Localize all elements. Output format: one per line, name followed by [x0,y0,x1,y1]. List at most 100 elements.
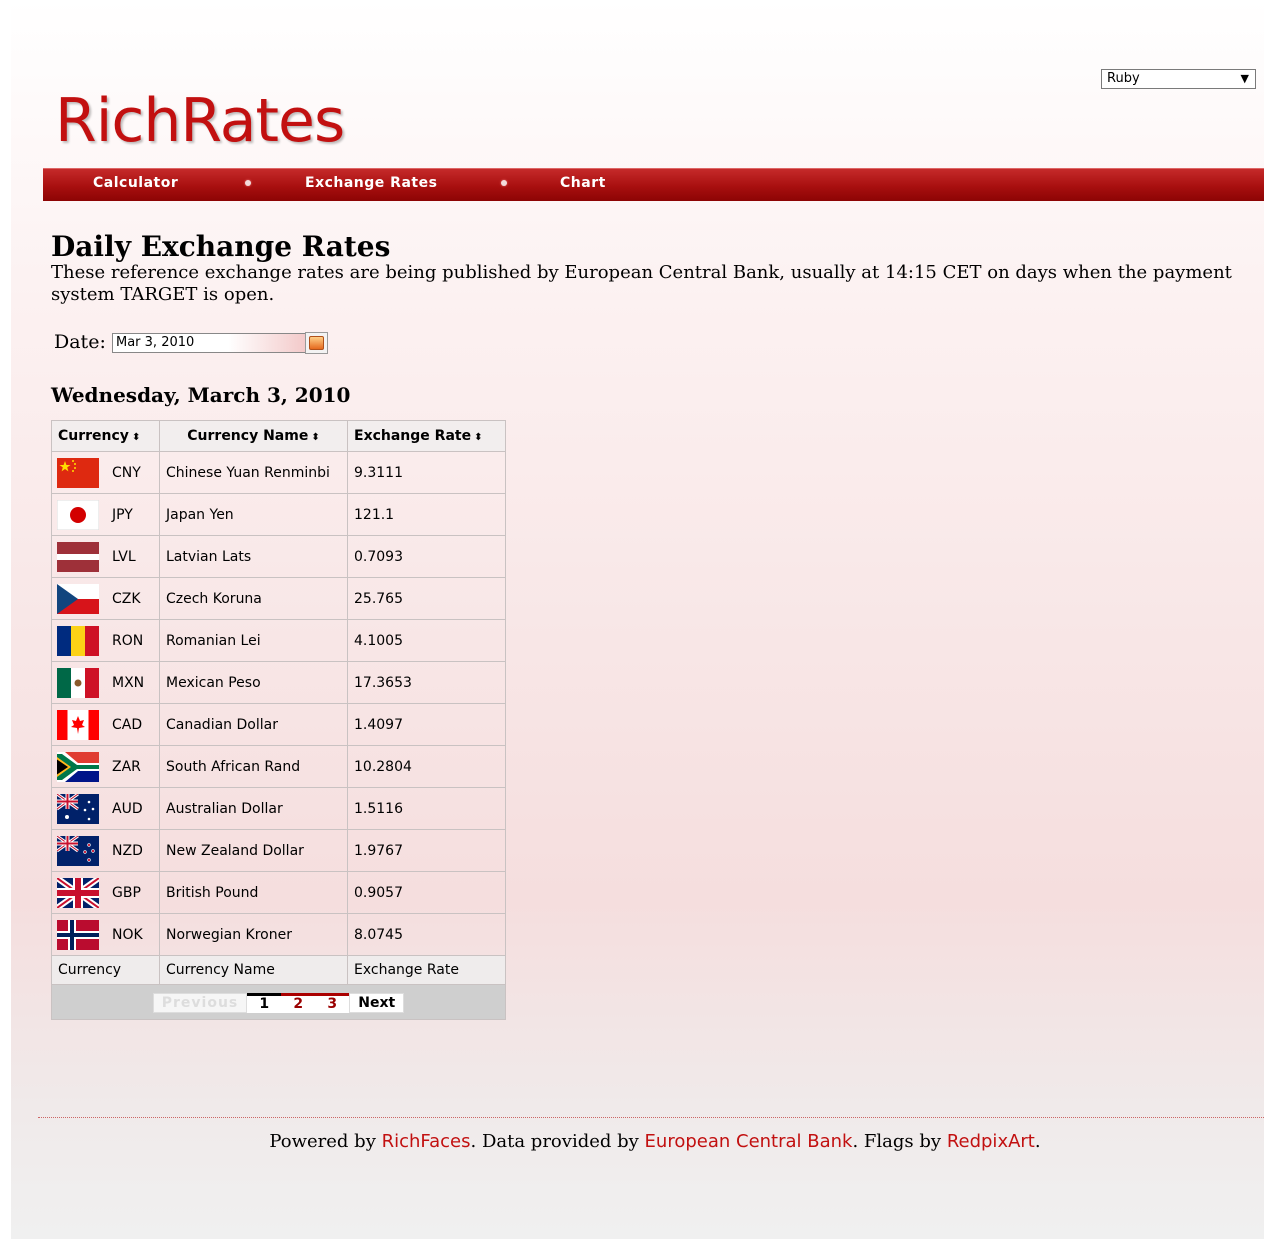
new-zealand-flag-icon [57,835,99,866]
exchange-rate-cell: 9.3111 [347,451,506,494]
currency-name-cell: Mexican Peso [159,661,348,704]
date-input[interactable]: Mar 3, 2010 [112,333,305,353]
column-header-currency[interactable]: Currency ⬍ [51,420,160,452]
currency-name-cell: Czech Koruna [159,577,348,620]
exchange-rate-cell: 0.7093 [347,535,506,578]
currency-cell: CZK [51,577,160,620]
column-header-label: Currency [58,428,129,444]
currency-name-cell: South African Rand [159,745,348,788]
currency-code: CAD [112,716,143,733]
sort-icon: ⬍ [311,432,320,443]
currency-code: GBP [112,884,141,901]
column-header-exchange-rate[interactable]: Exchange Rate ⬍ [347,420,506,452]
page-3-button[interactable]: 3 [315,993,350,1013]
currency-cell: NOK [51,913,160,956]
nav-item-calculator[interactable]: Calculator [93,175,178,191]
uk-flag-icon [57,877,99,908]
romania-flag-icon [57,625,99,656]
norway-flag-icon [57,919,99,950]
footer-currency-name: Currency Name [159,955,348,985]
australia-flag-icon [57,793,99,824]
previous-button[interactable]: Previous [152,993,248,1013]
calendar-icon [309,336,324,350]
table-row: NOK Norwegian Kroner 8.0745 [51,913,506,956]
latvia-flag-icon [57,541,99,572]
footer-data-text: . Data provided by [470,1131,639,1152]
currency-code: CZK [112,590,141,607]
exchange-rate-cell: 1.4097 [347,703,506,746]
currency-code: NZD [112,842,143,859]
footer-flags-text: . Flags by [852,1131,942,1152]
column-header-label: Currency Name [187,428,309,444]
column-header-currency-name[interactable]: Currency Name ⬍ [159,420,348,452]
redpixart-link[interactable]: RedpixArt [947,1131,1035,1152]
currency-cell: MXN [51,661,160,704]
app-logo[interactable]: RichRates [55,86,345,156]
table-footer-row: Currency Currency Name Exchange Rate [51,955,506,985]
currency-cell: JPY [51,493,160,536]
currency-cell: CNY [51,451,160,494]
currency-cell: ZAR [51,745,160,788]
date-label: Date: [54,331,106,353]
currency-cell: AUD [51,787,160,830]
sort-icon: ⬍ [474,432,483,443]
currency-name-cell: Latvian Lats [159,535,348,578]
exchange-rate-cell: 10.2804 [347,745,506,788]
currency-name-cell: Chinese Yuan Renminbi [159,451,348,494]
exchange-rate-cell: 4.1005 [347,619,506,662]
currency-code: MXN [112,674,145,691]
pagination: Previous 1 2 3 Next [152,993,405,1014]
page-1-button[interactable]: 1 [247,993,282,1013]
nav-separator-dot-icon [245,180,251,186]
table-row: RON Romanian Lei 4.1005 [51,619,506,662]
currency-code: ZAR [112,758,141,775]
currency-cell: GBP [51,871,160,914]
footer-divider [38,1117,1264,1118]
pager-cell: Previous 1 2 3 Next [51,984,506,1020]
currency-code: RON [112,632,144,649]
exchange-rate-cell: 17.3653 [347,661,506,704]
currency-name-cell: Romanian Lei [159,619,348,662]
currency-cell: RON [51,619,160,662]
skin-select[interactable]: Ruby ▼ [1101,69,1256,89]
currency-code: AUD [112,800,143,817]
nav-item-chart[interactable]: Chart [560,175,606,191]
table-row: MXN Mexican Peso 17.3653 [51,661,506,704]
nav-item-exchange-rates[interactable]: Exchange Rates [305,175,437,191]
currency-name-cell: Australian Dollar [159,787,348,830]
exchange-rate-cell: 8.0745 [347,913,506,956]
canada-flag-icon [57,709,99,740]
table-row: AUD Australian Dollar 1.5116 [51,787,506,830]
next-button[interactable]: Next [349,993,405,1013]
currency-name-cell: New Zealand Dollar [159,829,348,872]
table-row: GBP British Pound 0.9057 [51,871,506,914]
table-row: LVL Latvian Lats 0.7093 [51,535,506,578]
czech-flag-icon [57,583,99,614]
mexico-flag-icon [57,667,99,698]
richfaces-link[interactable]: RichFaces [382,1131,471,1152]
japan-flag-icon [57,499,99,530]
currency-code: JPY [112,506,133,523]
footer-currency: Currency [51,955,160,985]
ecb-link[interactable]: European Central Bank [645,1131,853,1152]
selected-date-heading: Wednesday, March 3, 2010 [51,383,351,407]
nav-separator-dot-icon [501,180,507,186]
page-2-button[interactable]: 2 [281,993,316,1013]
china-flag-icon [57,457,99,488]
sort-icon: ⬍ [131,432,141,443]
currency-cell: NZD [51,829,160,872]
exchange-rates-table: Currency ⬍ Currency Name ⬍ Exchange Rate ⬍ … [51,420,506,1020]
exchange-rate-cell: 121.1 [347,493,506,536]
exchange-rate-cell: 0.9057 [347,871,506,914]
skin-select-value: Ruby [1107,71,1140,86]
footer-powered-by: Powered by [269,1131,376,1152]
currency-cell: LVL [51,535,160,578]
page-description: These reference exchange rates are being… [51,262,1232,305]
currency-name-cell: Norwegian Kroner [159,913,348,956]
currency-name-cell: Canadian Dollar [159,703,348,746]
currency-code: CNY [112,464,141,481]
chevron-down-icon: ▼ [1240,72,1249,85]
calendar-button[interactable] [305,332,328,354]
currency-code: NOK [112,926,143,943]
south-africa-flag-icon [57,751,99,782]
